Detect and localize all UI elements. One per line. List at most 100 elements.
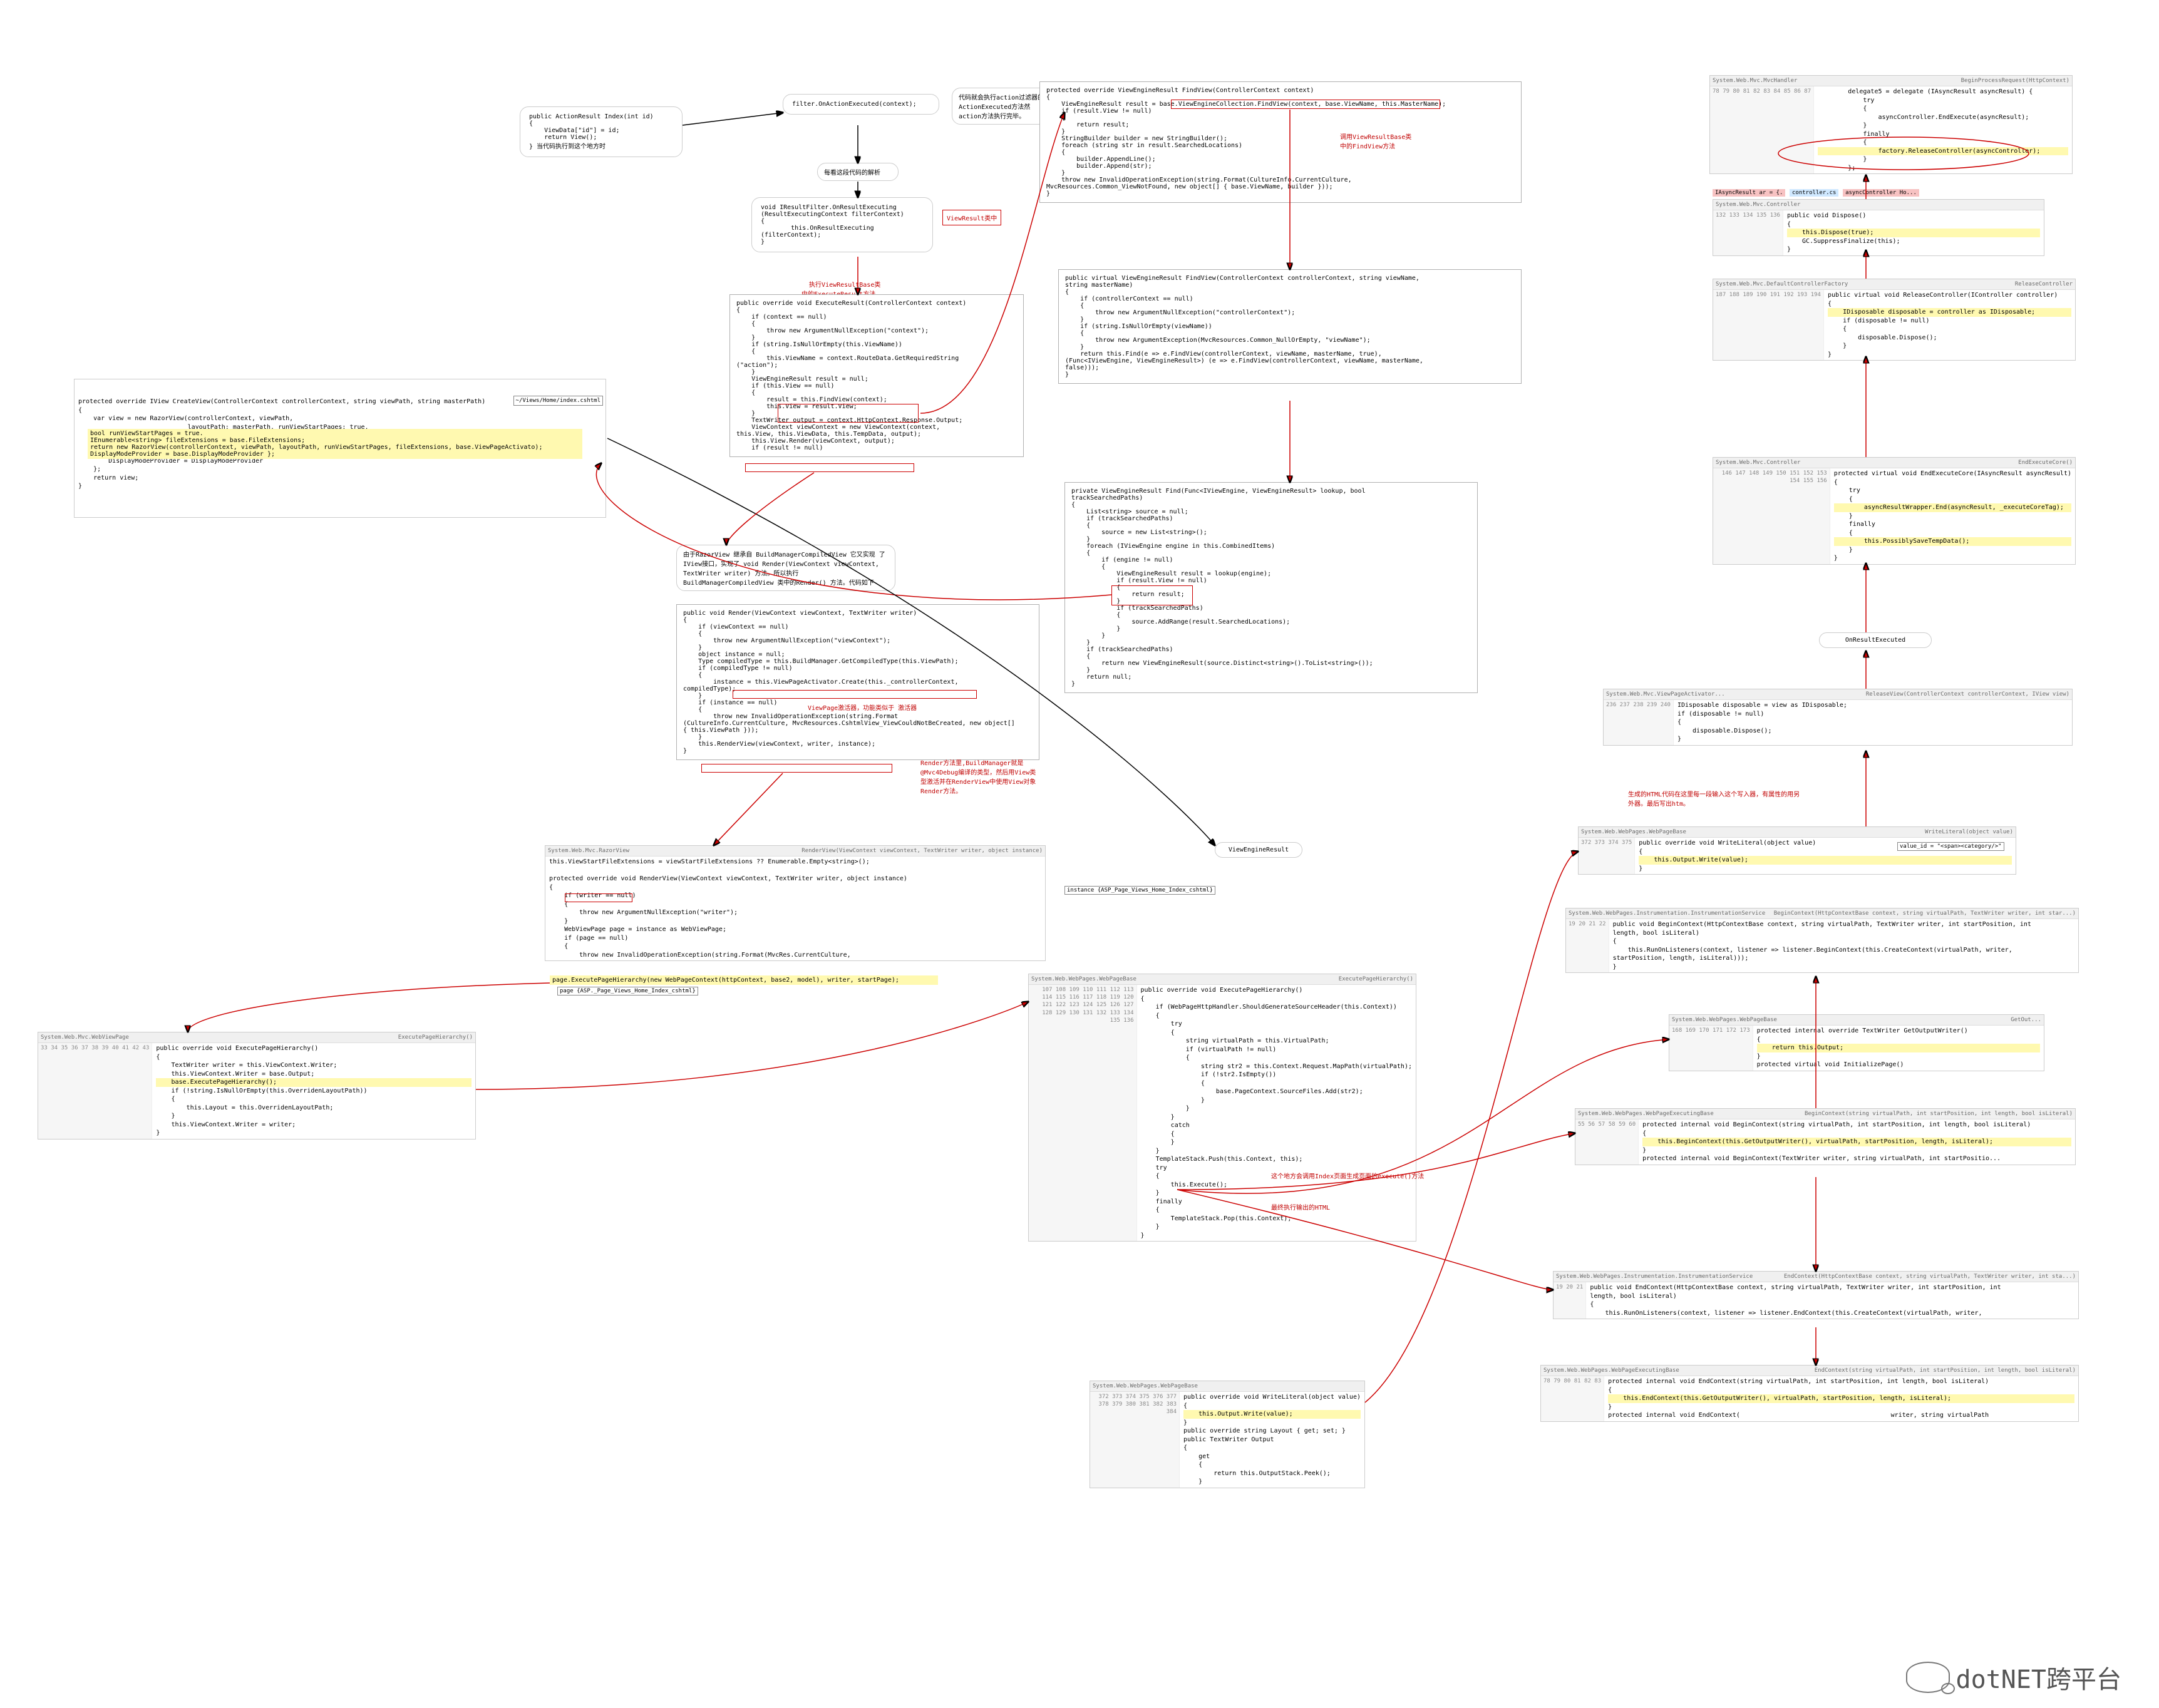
tab-crumb: BeginContext(string virtualPath, int sta… [1805, 1110, 2073, 1118]
line-gutter: 78 79 80 81 82 83 [1541, 1376, 1604, 1421]
render-activator-rect [733, 690, 977, 699]
tab-crumb: EndContext(string virtualPath, int start… [1815, 1367, 2076, 1374]
er-render-rect [745, 463, 914, 472]
tab-crumb: ExecutePageHierarchy() [398, 1034, 473, 1041]
tab-title: System.Web.Mvc.WebViewPage [41, 1034, 129, 1041]
line-gutter: 55 56 57 58 59 60 [1575, 1119, 1639, 1165]
label: 代码就会执行action过滤器的 ActionExecuted方法然action… [959, 95, 1044, 120]
rv-writer-null-rect [565, 893, 632, 902]
tab-crumb: ReleaseController [2015, 280, 2073, 288]
datatip-instance[interactable]: instance {ASP_Page_Views_Home_Index_csht… [1064, 886, 1215, 895]
render-ann1: ViewPage激活器，功能类似于 激活器 [808, 702, 917, 712]
tab-title: System.Web.Mvc.RazorView [548, 847, 629, 855]
tab-crumb: EndExecuteCore() [2018, 459, 2073, 466]
tab-crumb: EndContext(HttpContextBase context, stri… [1784, 1273, 2076, 1280]
tab-title: System.Web.Mvc.Controller [1716, 459, 1800, 466]
code: filter.OnActionExecuted(context); [790, 98, 932, 110]
line-gutter: 19 20 21 22 [1566, 919, 1609, 972]
tab-title: System.Web.WebPages.Instrumentation.Inst… [1556, 1273, 1753, 1280]
executepagehierarchy-hl: page.ExecutePageHierarchy(new WebPageCon… [550, 975, 938, 985]
vpa-release-codebox: System.Web.Mvc.ViewPageActivator... Relea… [1603, 689, 2073, 746]
tab-title: System.Web.Mvc.ViewPageActivator... [1606, 691, 1725, 698]
code: protected internal override TextWriter G… [1753, 1026, 2044, 1071]
tab-title: System.Web.Mvc.Controller [1716, 201, 1800, 208]
render-box: public void Render(ViewContext viewConte… [676, 604, 1039, 760]
fv-base-rect [1171, 100, 1440, 109]
renderview-codebox: System.Web.Mvc.RazorView RenderView(ViewC… [545, 845, 1046, 961]
datatip-value[interactable]: value_id = "<span><category/>" [1897, 842, 2004, 851]
iis-begin-codebox: System.Web.WebPages.Instrumentation.Inst… [1565, 908, 2079, 973]
viewresult-tag: ViewResult类中 [942, 210, 1001, 225]
getoutputwriter-codebox: System.Web.WebPages.WebPageBase GetOut...… [1669, 1014, 2044, 1071]
watermark-text: dotNET跨平台 [1956, 1659, 2122, 1695]
tab-title: System.Web.WebPages.WebPageExecutingBase [1543, 1367, 1679, 1374]
tab-crumb: GetOut... [2011, 1016, 2041, 1024]
code: public virtual void ReleaseController(IC… [1824, 290, 2075, 360]
tab-crumb: RenderView(ViewContext viewContext, Text… [801, 847, 1043, 855]
fv-ann: 调用ViewResultBase类 中的FindView方法 [1340, 131, 1411, 150]
tab-title: System.Web.Mvc.MvcHandler [1713, 77, 1797, 85]
wpb-ann1: 这个地方会调用Index页面生成页面的execute()方法 [1271, 1171, 1424, 1180]
iresultfilter-callout: void IResultFilter.OnResultExecuting (Re… [751, 197, 933, 252]
webpagebase-eph-codebox: System.Web.WebPages.WebPageBaseExecutePa… [1028, 974, 1416, 1242]
code: public override void ExecuteResult(Contr… [734, 297, 1019, 454]
datatip-page[interactable]: page {ASP._Page_Views_Home_Index_cshtml} [557, 987, 698, 995]
line-gutter: 146 147 148 149 150 151 152 153 154 155 … [1713, 468, 1830, 564]
wpb-ann2: 最终执行输出的HTML [1271, 1202, 1330, 1212]
datatip-viewpath[interactable]: ~/Views/Home/index.cshtml [513, 396, 603, 406]
code: IDisposable disposable = view as IDispos… [1674, 700, 2072, 745]
debug-tagbar: IAsyncResult ar = {. controller.cs async… [1713, 188, 1919, 196]
note-1: 每看这段代码的解析 [817, 163, 899, 181]
line-gutter: 372 373 374 375 [1579, 838, 1635, 874]
controller-endexec-codebox: System.Web.Mvc.Controller EndExecuteCore(… [1713, 457, 2076, 565]
code: void IResultFilter.OnResultExecuting (Re… [758, 202, 926, 248]
onactionexecuted-callout: filter.OnActionExecuted(context); [783, 94, 939, 115]
tab-title: System.Web.WebPages.WebPageBase [1672, 1016, 1777, 1024]
tab-title: System.Web.WebPages.Instrumentation.Inst… [1569, 910, 1765, 917]
writeliteral-ann: 生成的HTML代码在这里每一段输入这个写入器，有属性的用另 外器。最后写出htm… [1628, 789, 1929, 808]
line-gutter: 78 79 80 81 82 83 84 85 86 87 [1710, 86, 1814, 173]
endcontext-codebox: System.Web.WebPages.WebPageExecutingBase… [1540, 1365, 2079, 1422]
onresultexecuted-callout: OnResultExecuted [1819, 632, 1932, 648]
code: public virtual ViewEngineResult FindView… [1063, 272, 1517, 381]
code: public override void ExecutePageHierarch… [152, 1043, 475, 1139]
tab-crumb: WriteLiteral(object value) [1925, 828, 2013, 836]
code: public override void WriteLiteral(object… [1180, 1392, 1364, 1488]
code: protected internal void EndContext(strin… [1604, 1376, 2078, 1421]
line-gutter: 372 373 374 375 376 377 378 379 380 381 … [1090, 1392, 1180, 1488]
viewengineresult-callout: ViewEngineResult [1215, 842, 1302, 858]
er-findview-rect [778, 404, 919, 423]
code: protected internal void BeginContext(str… [1639, 1119, 2075, 1165]
code: protected virtual void EndExecuteCore(IA… [1830, 468, 2075, 564]
tab-crumb: ReleaseView(ControllerContext controller… [1866, 691, 2069, 698]
tag: IAsyncResult ar = {. [1713, 189, 1785, 197]
tab-crumb: BeginContext(HttpContextBase context, st… [1774, 910, 2076, 917]
tab-title: System.Web.WebPages.WebPageBase [1581, 828, 1686, 836]
action-index-callout: public ActionResult Index(int id) { View… [520, 106, 683, 157]
dcf-release-codebox: System.Web.Mvc.DefaultControllerFactory R… [1713, 279, 2076, 361]
label: 每看这段代码的解析 [824, 170, 880, 177]
line-gutter: 187 188 189 190 191 192 193 194 [1713, 290, 1824, 360]
tag: controller.cs [1790, 189, 1838, 197]
render-renderview-rect [701, 764, 892, 773]
tab-title: System.Web.WebPages.WebPageExecutingBase [1578, 1110, 1714, 1118]
tab-title: System.Web.Mvc.DefaultControllerFactory [1716, 280, 1848, 288]
find-return-rect [1111, 585, 1193, 605]
createview-highlight: bool runViewStartPages = true. IEnumerab… [88, 429, 582, 459]
render-ann2: Render方法里,BuildManager就是@Mvc4Debug编译的类型，… [920, 758, 1039, 795]
tab-title: System.Web.WebPages.WebPageBase [1031, 975, 1136, 983]
code: public void BeginContext(HttpContextBase… [1609, 919, 2078, 972]
line-gutter: 19 20 21 [1554, 1282, 1586, 1319]
tab-crumb: BeginProcessRequest(HttpContext) [1961, 77, 2069, 85]
line-gutter: 236 237 238 239 240 [1604, 700, 1674, 745]
line-gutter: 168 169 170 171 172 173 [1669, 1026, 1753, 1071]
iis-end-codebox: System.Web.WebPages.Instrumentation.Inst… [1553, 1271, 2079, 1319]
line-gutter: 107 108 109 110 111 112 113 114 115 116 … [1029, 985, 1137, 1241]
mvchandler-codebox: System.Web.Mvc.MvcHandler BeginProcessReq… [1709, 75, 2073, 174]
code: public void Dispose(){ this.Dispose(true… [1783, 210, 2044, 255]
code: this.ViewStartFileExtensions = viewStart… [545, 857, 1045, 960]
logo-icon [1906, 1662, 1950, 1693]
line-gutter: 33 34 35 36 37 38 39 40 41 42 43 [38, 1043, 152, 1139]
begincontext-codebox: System.Web.WebPages.WebPageExecutingBase… [1575, 1108, 2076, 1165]
code: public void Render(ViewContext viewConte… [681, 607, 1035, 757]
